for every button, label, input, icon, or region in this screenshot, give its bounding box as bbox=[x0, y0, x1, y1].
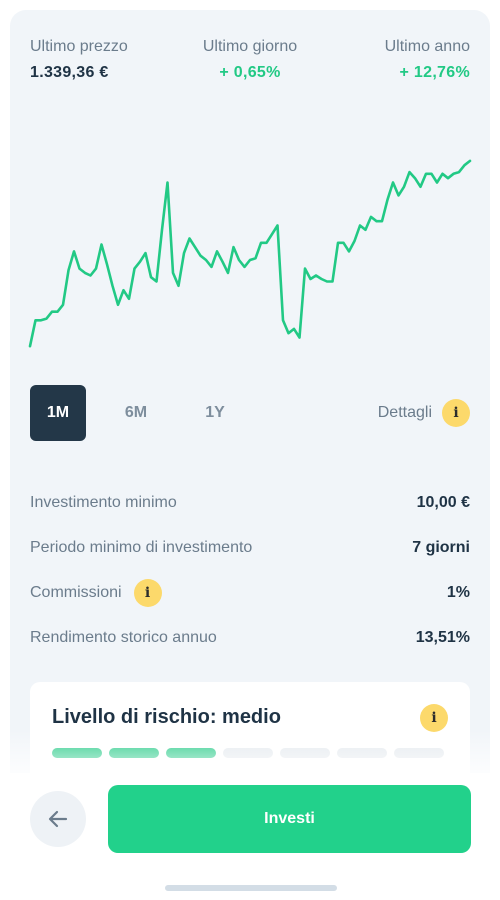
detail-row-min-period: Periodo minimo di investimento 7 giorni bbox=[30, 525, 470, 570]
stat-label: Ultimo anno bbox=[384, 38, 470, 55]
info-icon[interactable]: i bbox=[420, 704, 448, 732]
price-line bbox=[28, 159, 472, 348]
detail-row-fees: Commissioni i 1% bbox=[30, 570, 470, 615]
stats-header: Ultimo prezzo 1.339,36 € Ultimo giorno +… bbox=[30, 38, 470, 88]
scroll-fade bbox=[0, 730, 500, 775]
detail-label: Investimento minimo bbox=[30, 493, 177, 511]
detail-row-annual-return: Rendimento storico annuo 13,51% bbox=[30, 615, 470, 660]
details-label: Dettagli bbox=[377, 404, 432, 421]
invest-button[interactable]: Investi bbox=[108, 785, 471, 853]
range-selector: 1M 6M 1Y Dettagli i bbox=[30, 385, 470, 441]
bottom-action-bar: Investi bbox=[0, 773, 500, 900]
fund-details-list: Investimento minimo 10,00 € Periodo mini… bbox=[30, 480, 470, 660]
detail-row-min-investment: Investimento minimo 10,00 € bbox=[30, 480, 470, 525]
range-1m-button[interactable]: 1M bbox=[30, 385, 86, 441]
price-chart bbox=[28, 159, 472, 348]
details-link[interactable]: Dettagli i bbox=[378, 399, 470, 427]
stat-value: + 12,76% bbox=[399, 64, 470, 81]
back-button[interactable] bbox=[30, 791, 86, 847]
home-indicator bbox=[165, 885, 337, 891]
detail-label: Periodo minimo di investimento bbox=[30, 538, 253, 556]
range-1y-button[interactable]: 1Y bbox=[187, 385, 243, 441]
detail-label: Rendimento storico annuo bbox=[30, 628, 217, 646]
fund-card: Ultimo prezzo 1.339,36 € Ultimo giorno +… bbox=[10, 10, 490, 810]
detail-value: 10,00 € bbox=[416, 493, 470, 511]
arrow-left-icon bbox=[48, 810, 68, 828]
detail-value: 13,51% bbox=[415, 628, 470, 646]
detail-label: Commissioni bbox=[30, 583, 122, 601]
stat-last-year: Ultimo anno + 12,76% bbox=[385, 38, 470, 82]
info-icon[interactable]: i bbox=[442, 399, 470, 427]
risk-title: Livello di rischio: medio bbox=[52, 706, 281, 728]
detail-value: 7 giorni bbox=[412, 538, 470, 556]
detail-value: 1% bbox=[446, 583, 470, 601]
range-6m-button[interactable]: 6M bbox=[108, 385, 164, 441]
info-icon[interactable]: i bbox=[133, 578, 162, 607]
